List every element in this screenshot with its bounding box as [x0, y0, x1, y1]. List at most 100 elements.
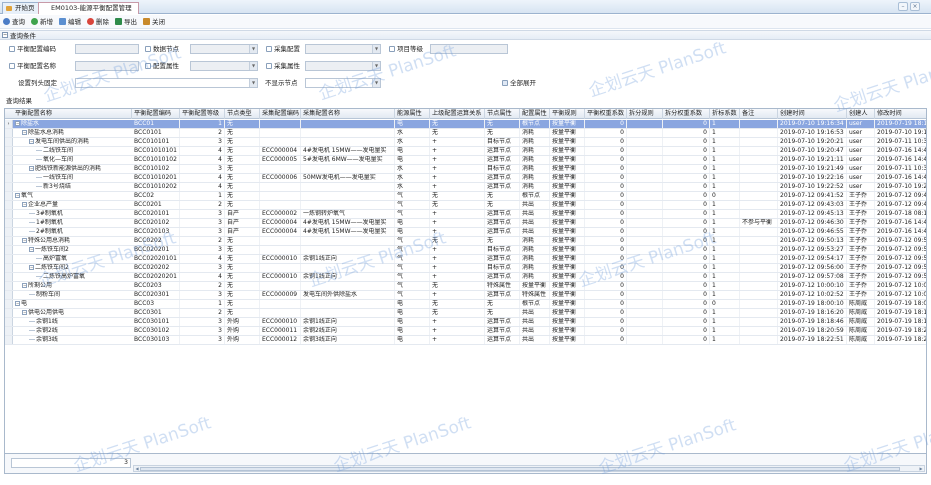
row-marker[interactable]: [5, 273, 13, 281]
row-marker[interactable]: [5, 201, 13, 209]
table-row[interactable]: − 二炼铁车间2 BCC020202 3 无气 + 目标节点 消耗 按量平衡 0 0 1 2019-07…: [5, 264, 926, 273]
tree-cell[interactable]: 氧化—车间: [36, 156, 132, 164]
column-header[interactable]: 备注: [740, 109, 778, 119]
tree-cell[interactable]: − 氧气: [15, 192, 132, 200]
level-checkbox[interactable]: [389, 46, 395, 52]
close-button[interactable]: 关闭: [143, 17, 165, 27]
expand-all-checkbox[interactable]: [502, 80, 508, 86]
column-header[interactable]: 平衡配置名称: [13, 109, 132, 119]
table-row[interactable]: − 氧气 BCC02 1 无气无无根节点 按量平衡 0 0 0 2019-07-12 09:41:…: [5, 192, 926, 201]
table-row[interactable]: 余钢2线 BCC030102 3 外购 ECC000011 余钢2线正向电 + 运算节点 共出按…: [5, 327, 926, 336]
table-row[interactable]: 余钢3线 BCC030103 3 外购 ECC000012 余钢3线正向电 + 运算节点 共出按…: [5, 336, 926, 345]
table-row[interactable]: › − 除盐水 BCC01 1 无电无无根节点 按量平衡 0 0 1 2019-07-10 19:1…: [5, 120, 926, 129]
column-header[interactable]: 平衡规则: [550, 109, 585, 119]
table-row[interactable]: 2#制氧机 BCC020103 3 自产 ECC000004 4#发电机 15MW——发电…: [5, 228, 926, 237]
collapse-icon[interactable]: −: [22, 238, 27, 243]
tree-cell[interactable]: 余钢1线: [29, 318, 132, 326]
table-row[interactable]: − 特殊公用总消耗 BCC0202 2 无气无无消耗 按量平衡 0 0 1 2019-07-12 …: [5, 237, 926, 246]
table-row[interactable]: − 供电公用供电 BCC0301 2 无电无无共出 按量平衡 0 0 1 2019-07-19 1…: [5, 309, 926, 318]
edit-button[interactable]: 编辑: [59, 17, 81, 27]
table-row[interactable]: 3#制氧机 BCC020101 3 自产 ECC000002 一炼钢转炉氧气气 + 运算节点共…: [5, 210, 926, 219]
horizontal-scrollbar[interactable]: ◀ ▶: [133, 465, 925, 472]
table-row[interactable]: 二线铁车间 BCC01010101 4 无 ECC000004 4#发电机 15MW——发…: [5, 147, 926, 156]
tree-cell[interactable]: − 特殊公用总消耗: [22, 237, 132, 245]
row-marker[interactable]: [5, 237, 13, 245]
row-marker[interactable]: [5, 129, 13, 137]
name-input[interactable]: [75, 61, 139, 71]
tree-cell[interactable]: 二炼铁高炉富氧: [36, 273, 132, 281]
collapse-icon[interactable]: −: [15, 193, 20, 198]
collapse-icon[interactable]: −: [2, 32, 8, 38]
tree-cell[interactable]: 余钢2线: [29, 327, 132, 335]
row-marker[interactable]: [5, 147, 13, 155]
tree-cell[interactable]: − 除盐水: [15, 120, 132, 128]
table-row[interactable]: − 企业总产量 BCC0201 2 无气无无共出 按量平衡 0 0 1 2019-07-12 09…: [5, 201, 926, 210]
row-marker[interactable]: [5, 165, 13, 173]
row-marker[interactable]: [5, 300, 13, 308]
column-header[interactable]: 平衡配置编码: [132, 109, 180, 119]
column-header[interactable]: 节点类型: [225, 109, 260, 119]
table-row[interactable]: − 所剩公用 BCC0203 2 无气无特殊属性 按量平衡 按量平衡 0 0 1 2019-07-1…: [5, 282, 926, 291]
tree-cell[interactable]: − 供电公用供电: [22, 309, 132, 317]
table-row[interactable]: − 一炼铁车间2 BCC020201 3 无气 + 目标节点 消耗 按量平衡 0 0 1 2019-07…: [5, 246, 926, 255]
tree-cell[interactable]: − 一炼铁车间2: [29, 246, 132, 254]
query-section-header[interactable]: − 查询条件: [0, 30, 931, 40]
column-header[interactable]: 拆分规则: [627, 109, 663, 119]
row-marker[interactable]: [5, 291, 13, 299]
table-row[interactable]: 氧化—车间 BCC01010102 4 无 ECC000005 5#发电机 6MW——发电…: [5, 156, 926, 165]
table-row[interactable]: − 肥线铁新能源供出的消耗 BCC010102 3 无水 + 目标节点 消耗 按量平衡 0 0 1 20…: [5, 165, 926, 174]
collapse-icon[interactable]: −: [15, 121, 20, 126]
column-header[interactable]: 采集配置名称: [301, 109, 395, 119]
collapse-icon[interactable]: −: [22, 130, 27, 135]
column-header[interactable]: 修改时间: [875, 109, 926, 119]
scroll-right-icon[interactable]: ▶: [918, 466, 924, 471]
tree-cell[interactable]: 1#制氧机: [29, 219, 132, 227]
tab-balance-config[interactable]: EM0103-能源平衡配置管理: [38, 2, 139, 14]
collect-attr-select[interactable]: ▼: [305, 61, 381, 71]
tree-cell[interactable]: − 除盐水总消耗: [22, 129, 132, 137]
collapse-icon[interactable]: −: [29, 166, 34, 171]
row-marker[interactable]: [5, 138, 13, 146]
tree-cell[interactable]: 新3号烧结: [36, 183, 132, 191]
row-marker[interactable]: [5, 336, 13, 344]
node-checkbox[interactable]: [145, 46, 151, 52]
row-marker[interactable]: [5, 174, 13, 182]
column-header[interactable]: 能源属性: [395, 109, 430, 119]
minimize-icon[interactable]: –: [898, 2, 908, 11]
collapse-icon[interactable]: −: [29, 247, 34, 252]
node-select[interactable]: ▼: [190, 44, 258, 54]
row-marker[interactable]: [5, 327, 13, 335]
collapse-icon[interactable]: −: [15, 301, 20, 306]
row-marker[interactable]: [5, 246, 13, 254]
table-row[interactable]: − 电 BCC03 1 无电无无根节点 按量平衡 0 0 0 2019-07-19 18:00:1…: [5, 300, 926, 309]
collapse-icon[interactable]: −: [29, 139, 34, 144]
row-marker[interactable]: [5, 255, 13, 263]
tree-cell[interactable]: − 所剩公用: [22, 282, 132, 290]
row-marker[interactable]: [5, 192, 13, 200]
column-header[interactable]: 节点属性: [485, 109, 520, 119]
code-input[interactable]: [75, 44, 139, 54]
row-marker[interactable]: [5, 183, 13, 191]
tree-cell[interactable]: 3#制氧机: [29, 210, 132, 218]
collapse-icon[interactable]: −: [22, 283, 27, 288]
add-button[interactable]: 新增: [31, 17, 53, 27]
column-header[interactable]: 折标系数: [710, 109, 740, 119]
column-header[interactable]: 采集配置编码: [260, 109, 301, 119]
page-count-field[interactable]: 3: [11, 458, 131, 468]
tree-cell[interactable]: 余钢3线: [29, 336, 132, 344]
table-row[interactable]: 二炼铁高炉富氧 BCC02020201 4 无 ECC000010 余钢1线正向气 + 运算节…: [5, 273, 926, 282]
table-row[interactable]: 一线铁车间 BCC01010201 4 无 ECC000006 50MW发电机——发电量实…: [5, 174, 926, 183]
tree-cell[interactable]: − 电: [15, 300, 132, 308]
table-row[interactable]: 高炉富氧 BCC02020101 4 无 ECC000010 余钢1线正向气 + 运算节点 消耗…: [5, 255, 926, 264]
row-marker[interactable]: ›: [5, 120, 13, 128]
row-marker[interactable]: [5, 228, 13, 236]
tree-cell[interactable]: 二线铁车间: [36, 147, 132, 155]
collect-attr-checkbox[interactable]: [266, 63, 272, 69]
column-header[interactable]: 配置属性: [520, 109, 550, 119]
collapse-icon[interactable]: −: [22, 202, 27, 207]
tree-cell[interactable]: 2#制氧机: [29, 228, 132, 236]
column-header[interactable]: 上级配置运算关系: [430, 109, 485, 119]
column-header[interactable]: 平衡配置等级: [180, 109, 225, 119]
config-attr-select[interactable]: ▼: [190, 61, 258, 71]
table-row[interactable]: − 发电车间供出的消耗 BCC010101 3 无水 + 目标节点 消耗 按量平衡 0 0 1 2019…: [5, 138, 926, 147]
